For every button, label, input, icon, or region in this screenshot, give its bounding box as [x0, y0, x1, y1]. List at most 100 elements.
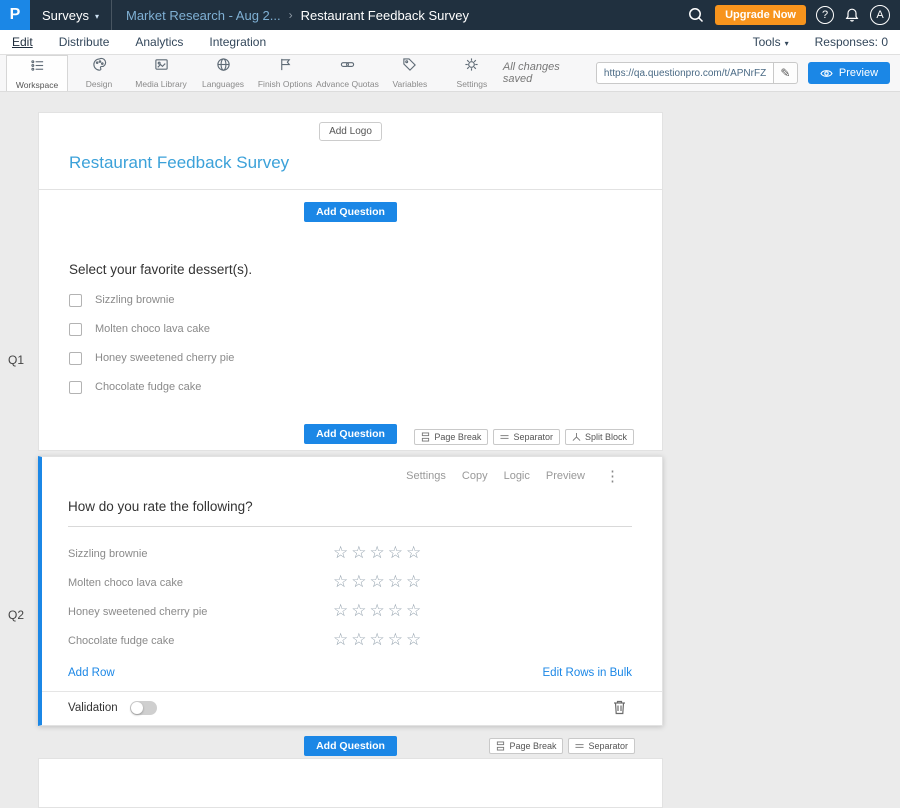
quota-links-icon — [340, 57, 355, 77]
settings-gear-icon — [464, 57, 479, 77]
rating-row: Sizzling brownie ☆☆☆☆☆ — [68, 539, 632, 568]
toolbar-item-media-library[interactable]: Media Library — [130, 55, 192, 91]
page-break-icon — [421, 432, 430, 442]
tools-dropdown-label: Tools — [753, 35, 781, 49]
question-settings-button[interactable]: Settings — [406, 470, 446, 482]
breadcrumb-folder[interactable]: Market Research - Aug 2... — [126, 8, 281, 23]
survey-card-header-q1: Add Logo Restaurant Feedback Survey Add … — [38, 112, 663, 451]
upgrade-now-button[interactable]: Upgrade Now — [715, 5, 806, 25]
rating-row: Honey sweetened cherry pie ☆☆☆☆☆ — [68, 597, 632, 626]
search-icon[interactable] — [687, 6, 705, 24]
breadcrumb: Market Research - Aug 2... › Restaurant … — [126, 8, 469, 23]
separator-button[interactable]: Separator — [568, 738, 635, 754]
star-rating-icons[interactable]: ☆☆☆☆☆ — [333, 603, 424, 620]
responses-count[interactable]: Responses: 0 — [815, 35, 888, 49]
question-2-card-selected[interactable]: Settings Copy Logic Preview ⋮ How do you… — [38, 456, 663, 726]
toolbar-item-design[interactable]: Design — [68, 55, 130, 91]
toolbar-item-variables[interactable]: Variables — [379, 55, 441, 91]
question-code-q1: Q1 — [8, 353, 24, 367]
separator-button[interactable]: Separator — [493, 429, 560, 445]
checkbox[interactable] — [69, 323, 82, 336]
question-preview-button[interactable]: Preview — [546, 470, 585, 482]
rating-row-label[interactable]: Molten choco lava cake — [68, 577, 333, 589]
insert-buttons: Page Break Separator Split Block — [414, 429, 634, 445]
tab-distribute[interactable]: Distribute — [59, 35, 110, 49]
toolbar-item-languages[interactable]: Languages — [192, 55, 254, 91]
question-1-block: Select your favorite dessert(s). Sizzlin… — [39, 222, 662, 394]
question-code-q2: Q2 — [8, 608, 24, 622]
topbar-actions: Upgrade Now ? A — [687, 5, 900, 25]
question-copy-button[interactable]: Copy — [462, 470, 488, 482]
split-block-icon — [572, 432, 581, 442]
rating-row: Molten choco lava cake ☆☆☆☆☆ — [68, 568, 632, 597]
option-label[interactable]: Honey sweetened cherry pie — [95, 352, 234, 364]
star-rating-icons[interactable]: ☆☆☆☆☆ — [333, 545, 424, 562]
notifications-bell-icon[interactable] — [844, 7, 860, 23]
tab-integration[interactable]: Integration — [209, 35, 266, 49]
page-break-button[interactable]: Page Break — [489, 738, 563, 754]
tools-dropdown[interactable]: Tools ▾ — [753, 35, 789, 49]
edit-url-pencil-icon[interactable]: ✎ — [774, 62, 798, 84]
add-question-button[interactable]: Add Question — [304, 424, 397, 444]
split-block-button[interactable]: Split Block — [565, 429, 634, 445]
edit-rows-in-bulk-link[interactable]: Edit Rows in Bulk — [543, 667, 632, 679]
validation-toggle[interactable] — [130, 701, 157, 715]
separator-icon — [500, 432, 509, 442]
add-question-button[interactable]: Add Question — [304, 736, 397, 756]
question-logic-button[interactable]: Logic — [504, 470, 530, 482]
toolbar-item-advance-quotas[interactable]: Advance Quotas — [316, 55, 379, 91]
delete-question-trash-icon[interactable] — [613, 700, 626, 715]
rating-row-label[interactable]: Chocolate fudge cake — [68, 635, 333, 647]
star-rating-icons[interactable]: ☆☆☆☆☆ — [333, 574, 424, 591]
chevron-down-icon: ▾ — [95, 12, 99, 21]
autosave-status: All changes saved — [503, 61, 586, 85]
insert-controls-row: Add Question Page Break Separator — [39, 424, 662, 450]
row-links: Add Row Edit Rows in Bulk — [68, 667, 632, 679]
preview-button[interactable]: Preview — [808, 62, 890, 84]
survey-title[interactable]: Restaurant Feedback Survey — [39, 141, 662, 189]
option-row: Molten choco lava cake — [69, 322, 632, 336]
chevron-down-icon: ▾ — [785, 39, 789, 48]
add-question-row: Add Question — [39, 190, 662, 222]
checkbox[interactable] — [69, 294, 82, 307]
option-label[interactable]: Sizzling brownie — [95, 294, 174, 306]
star-rating-icons[interactable]: ☆☆☆☆☆ — [333, 632, 424, 649]
add-question-button[interactable]: Add Question — [304, 202, 397, 222]
question-1-text[interactable]: Select your favorite dessert(s). — [69, 262, 632, 277]
toolbar-right-cluster: All changes saved ✎ Preview — [503, 55, 900, 91]
toolbar-item-workspace[interactable]: Workspace — [6, 55, 68, 91]
question-2-text[interactable]: How do you rate the following? — [68, 499, 632, 527]
insert-controls-row: Add Question Page Break Separator — [38, 736, 663, 756]
share-url-input[interactable] — [596, 62, 774, 84]
add-logo-button[interactable]: Add Logo — [319, 122, 382, 141]
help-icon[interactable]: ? — [816, 6, 834, 24]
share-url-group: ✎ — [596, 62, 798, 84]
breadcrumb-survey-title: Restaurant Feedback Survey — [301, 8, 469, 23]
page-break-button[interactable]: Page Break — [414, 429, 488, 445]
option-label[interactable]: Molten choco lava cake — [95, 323, 210, 335]
add-row-link[interactable]: Add Row — [68, 667, 115, 679]
toolbar-item-finish-options[interactable]: Finish Options — [254, 55, 316, 91]
surveys-dropdown[interactable]: Surveys ▾ — [30, 0, 111, 30]
rating-row-label[interactable]: Sizzling brownie — [68, 548, 333, 560]
question-toolbar: Settings Copy Logic Preview ⋮ — [68, 457, 632, 485]
rating-row: Chocolate fudge cake ☆☆☆☆☆ — [68, 626, 632, 655]
tab-analytics[interactable]: Analytics — [135, 35, 183, 49]
questionpro-logo[interactable]: P — [0, 0, 30, 30]
insert-buttons: Page Break Separator — [489, 738, 635, 754]
checkbox[interactable] — [69, 381, 82, 394]
eye-icon — [820, 68, 833, 79]
tab-edit[interactable]: Edit — [12, 35, 33, 49]
media-library-icon — [154, 57, 169, 77]
toolbar-item-settings[interactable]: Settings — [441, 55, 503, 91]
top-bar: P Surveys ▾ Market Research - Aug 2... ›… — [0, 0, 900, 30]
checkbox[interactable] — [69, 352, 82, 365]
divider — [111, 0, 112, 30]
user-avatar[interactable]: A — [870, 5, 890, 25]
option-label[interactable]: Chocolate fudge cake — [95, 381, 201, 393]
more-options-icon[interactable]: ⋮ — [601, 467, 620, 485]
page-break-icon — [496, 741, 505, 751]
rating-row-label[interactable]: Honey sweetened cherry pie — [68, 606, 333, 618]
validation-label: Validation — [68, 702, 118, 714]
survey-canvas: Q1 Q2 Add Logo Restaurant Feedback Surve… — [0, 92, 900, 774]
